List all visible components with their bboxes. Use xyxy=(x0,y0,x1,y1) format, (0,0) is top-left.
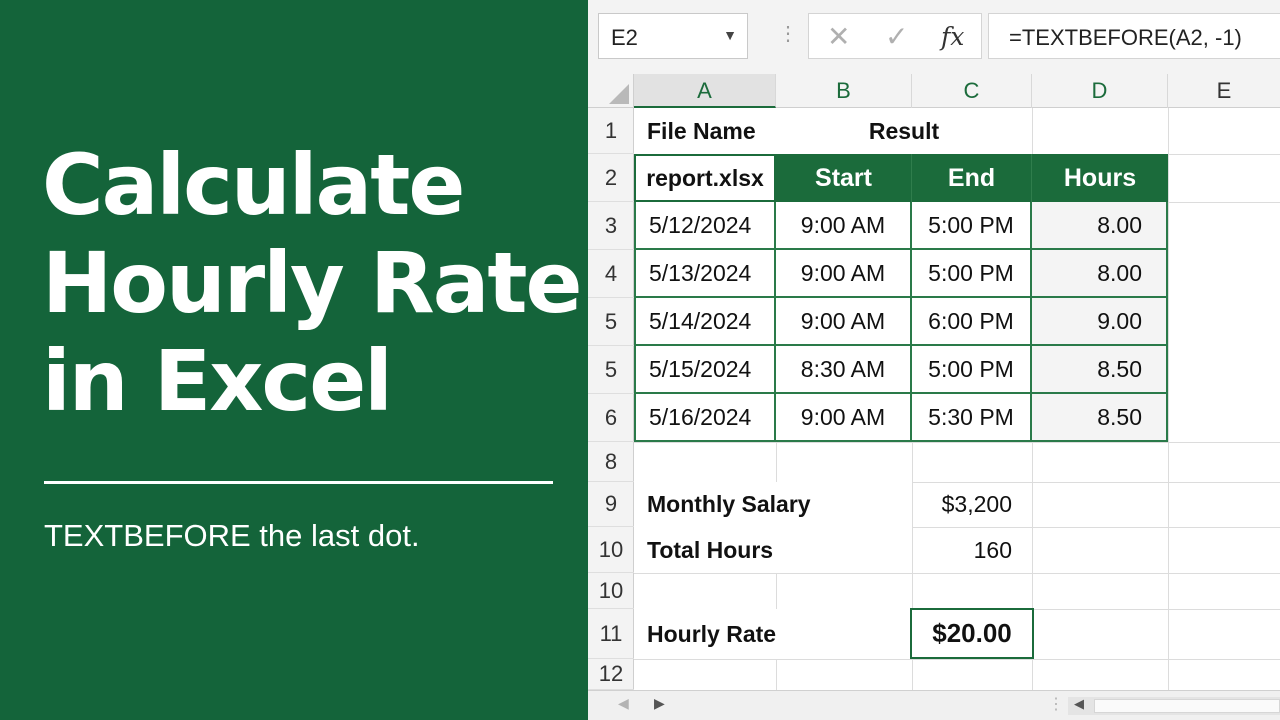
name-box[interactable]: E2 ▼ xyxy=(598,13,748,59)
header-start[interactable]: Start xyxy=(776,154,912,202)
row-header[interactable]: 5 xyxy=(588,346,634,394)
cancel-icon[interactable]: ✕ xyxy=(827,20,850,53)
row-header[interactable]: 4 xyxy=(588,250,634,298)
cell-end[interactable]: 5:30 PM xyxy=(912,394,1032,442)
cell-hours[interactable]: 8.50 xyxy=(1032,394,1168,442)
cell-end[interactable]: 5:00 PM xyxy=(912,346,1032,394)
monthly-salary-label[interactable]: Monthly Salary xyxy=(634,482,912,527)
formula-text: =TEXTBEFORE(A2, -1) xyxy=(1009,25,1242,50)
promo-divider xyxy=(44,481,553,484)
row-header[interactable]: 8 xyxy=(588,442,634,482)
cell-date[interactable]: 5/13/2024 xyxy=(634,250,776,298)
insert-function-icon[interactable]: fx xyxy=(941,22,964,51)
row-headers: 1 2 3 4 5 5 6 8 9 10 10 11 12 xyxy=(588,108,634,690)
total-hours-label[interactable]: Total Hours xyxy=(634,527,912,573)
row-header[interactable]: 10 xyxy=(588,573,634,609)
formula-bar: E2 ▼ ⋮ ✕ ✓ fx =TEXTBEFORE(A2, -1) xyxy=(588,0,1280,74)
drag-handle-icon[interactable]: ⋮ xyxy=(1048,694,1064,714)
formula-input[interactable]: =TEXTBEFORE(A2, -1) xyxy=(988,13,1280,59)
row-header[interactable]: 12 xyxy=(588,659,634,690)
promo-title-line-1: Calculate xyxy=(42,136,465,234)
cell-a1[interactable]: File Name xyxy=(634,108,776,154)
row-header[interactable]: 5 xyxy=(588,298,634,346)
name-box-value: E2 xyxy=(611,25,638,50)
spreadsheet: E2 ▼ ⋮ ✕ ✓ fx =TEXTBEFORE(A2, -1) A B C … xyxy=(588,0,1280,720)
header-hours[interactable]: Hours xyxy=(1032,154,1168,202)
cell-date[interactable]: 5/14/2024 xyxy=(634,298,776,346)
scrollbar-thumb[interactable] xyxy=(1094,699,1280,713)
column-header-a[interactable]: A xyxy=(634,74,776,108)
scroll-left-arrow-icon[interactable]: ◀ xyxy=(1074,696,1084,712)
cell-a2-selected[interactable]: report.xlsx xyxy=(634,154,776,202)
cell-start[interactable]: 8:30 AM xyxy=(776,346,912,394)
hourly-rate-label[interactable]: Hourly Rate xyxy=(634,609,912,659)
promo-panel: Calculate Hourly Rate in Excel TEXTBEFOR… xyxy=(0,0,588,720)
column-headers: A B C D E xyxy=(588,74,1280,108)
cell-end[interactable]: 5:00 PM xyxy=(912,250,1032,298)
promo-title-line-3: in Excel xyxy=(42,332,393,430)
cell-start[interactable]: 9:00 AM xyxy=(776,298,912,346)
total-hours-value[interactable]: 160 xyxy=(912,527,1032,573)
sheet-bottom-bar: ◀ ▶ ⋮ ◀ xyxy=(588,690,1280,720)
cell-start[interactable]: 9:00 AM xyxy=(776,394,912,442)
promo-title: Calculate Hourly Rate in Excel xyxy=(42,136,583,430)
cell-end[interactable]: 5:00 PM xyxy=(912,202,1032,250)
row-header[interactable]: 2 xyxy=(588,154,634,202)
row-header[interactable]: 10 xyxy=(588,527,634,573)
drag-handle-icon[interactable]: ⋮ xyxy=(778,24,798,44)
cell-start[interactable]: 9:00 AM xyxy=(776,202,912,250)
scroll-right-icon[interactable]: ▶ xyxy=(654,695,665,712)
monthly-salary-value[interactable]: $3,200 xyxy=(912,482,1032,527)
row-header[interactable]: 9 xyxy=(588,482,634,527)
cell-hours[interactable]: 9.00 xyxy=(1032,298,1168,346)
promo-title-line-2: Hourly Rate xyxy=(42,234,583,332)
row-header[interactable]: 11 xyxy=(588,609,634,659)
column-header-d[interactable]: D xyxy=(1032,74,1168,108)
cell-hours[interactable]: 8.50 xyxy=(1032,346,1168,394)
cell-start[interactable]: 9:00 AM xyxy=(776,250,912,298)
cell-hours[interactable]: 8.00 xyxy=(1032,202,1168,250)
horizontal-scrollbar[interactable]: ◀ xyxy=(1068,696,1280,715)
row-header[interactable]: 6 xyxy=(588,394,634,442)
formula-buttons: ✕ ✓ fx xyxy=(808,13,982,59)
cell-date[interactable]: 5/12/2024 xyxy=(634,202,776,250)
cell-grid: File Name Result report.xlsx Start End H… xyxy=(634,108,1280,690)
cell-end[interactable]: 6:00 PM xyxy=(912,298,1032,346)
cell-date[interactable]: 5/15/2024 xyxy=(634,346,776,394)
row-header[interactable]: 1 xyxy=(588,108,634,154)
column-header-e[interactable]: E xyxy=(1168,74,1280,108)
row-header[interactable]: 3 xyxy=(588,202,634,250)
cell-hours[interactable]: 8.00 xyxy=(1032,250,1168,298)
promo-subtitle: TEXTBEFORE the last dot. xyxy=(44,518,420,553)
column-header-b[interactable]: B xyxy=(776,74,912,108)
hourly-rate-value[interactable]: $20.00 xyxy=(910,608,1034,659)
scroll-left-icon[interactable]: ◀ xyxy=(618,695,629,712)
cell-b1[interactable]: Result xyxy=(776,108,1032,154)
column-header-c[interactable]: C xyxy=(912,74,1032,108)
cell-date[interactable]: 5/16/2024 xyxy=(634,394,776,442)
select-all-corner[interactable] xyxy=(588,74,634,108)
enter-check-icon[interactable]: ✓ xyxy=(885,20,908,53)
chevron-down-icon[interactable]: ▼ xyxy=(723,27,737,43)
header-end[interactable]: End xyxy=(912,154,1032,202)
